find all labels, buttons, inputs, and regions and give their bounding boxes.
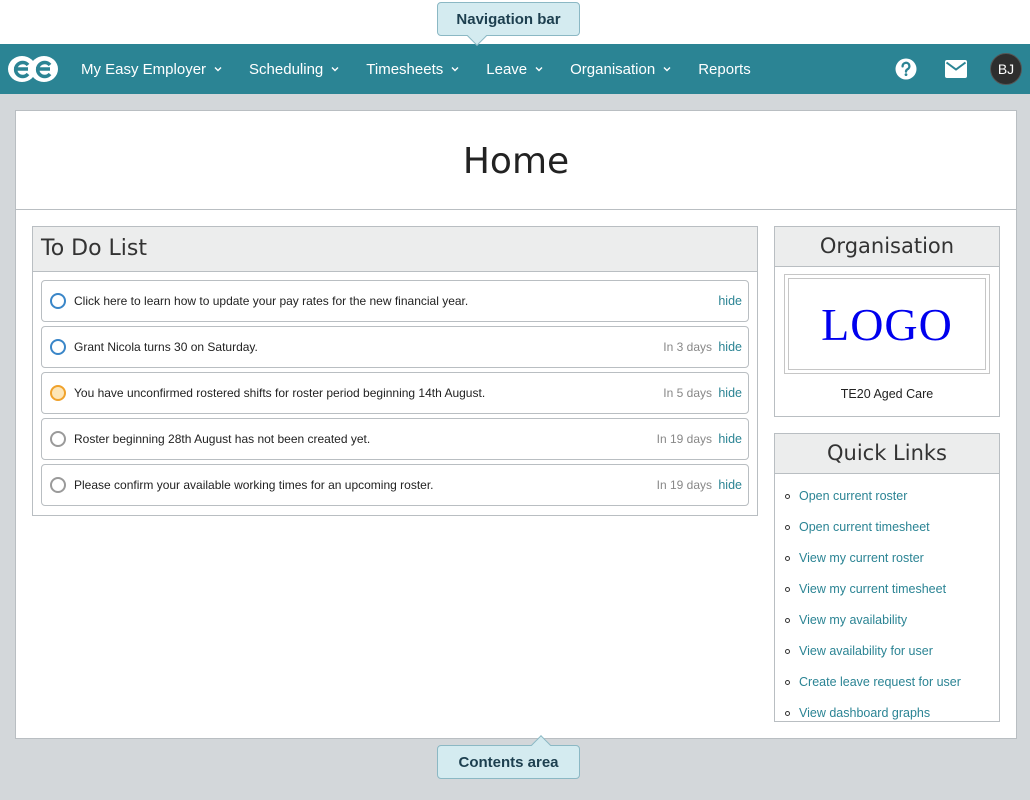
status-circle-icon [50,431,66,447]
nav-scheduling[interactable]: Scheduling [249,61,340,78]
nav-label: Scheduling [249,60,324,78]
page-title: Home [16,111,1016,210]
callout-label: Contents area [458,753,559,771]
todo-item[interactable]: Grant Nicola turns 30 on Saturday. In 3 … [41,326,749,368]
nav-leave[interactable]: Leave [486,61,544,78]
hide-link[interactable]: hide [718,419,742,459]
quick-link-label: Create leave request for user [799,675,961,689]
quick-links-title: Quick Links [775,434,999,474]
nav-timesheets[interactable]: Timesheets [366,61,460,78]
contents-area: Home To Do List Click here to learn how … [15,110,1017,739]
hide-link[interactable]: hide [718,281,742,321]
nav-menu: My Easy Employer Scheduling Timesheets L… [81,44,777,94]
user-avatar[interactable]: BJ [990,53,1022,85]
status-circle-icon [50,477,66,493]
todo-list-panel: To Do List Click here to learn how to up… [32,226,758,516]
todo-item-due: In 3 days [663,340,712,354]
todo-item-due: In 5 days [663,386,712,400]
organisation-title: Organisation [775,227,999,267]
chevron-down-icon [331,67,339,72]
quick-link-view-my-current-timesheet[interactable]: View my current timesheet [785,582,946,596]
status-circle-icon [50,385,66,401]
todo-item-text[interactable]: You have unconfirmed rostered shifts for… [74,373,485,413]
todo-item[interactable]: Roster beginning 28th August has not bee… [41,418,749,460]
callout-label: Navigation bar [456,10,561,28]
organisation-name: TE20 Aged Care [840,387,934,401]
chevron-down-icon [663,67,671,72]
hide-link[interactable]: hide [718,327,742,367]
bullet-icon [785,648,790,654]
todo-item-text[interactable]: Grant Nicola turns 30 on Saturday. [74,327,258,367]
nav-label: Organisation [570,60,656,78]
logo-image: LOGO [788,278,986,370]
quick-link-create-leave-request[interactable]: Create leave request for user [785,675,961,689]
status-circle-icon [50,339,66,355]
hide-link[interactable]: hide [718,465,742,505]
quick-link-view-availability-for-user[interactable]: View availability for user [785,644,933,658]
bullet-icon [785,493,790,499]
bullet-icon [785,524,790,530]
bullet-icon [785,679,790,685]
nav-label: Leave [486,60,528,78]
nav-my-easy-employer[interactable]: My Easy Employer [81,61,223,78]
bullet-icon [785,710,790,716]
nav-reports[interactable]: Reports [698,61,751,78]
quick-link-label: View availability for user [799,644,933,658]
quick-link-label: View dashboard graphs [799,706,931,720]
todo-item-text[interactable]: Click here to learn how to update your p… [74,281,468,321]
todo-item-due: In 19 days [656,432,712,446]
quick-link-view-my-current-roster[interactable]: View my current roster [785,551,924,565]
quick-link-label: View my availability [799,613,908,627]
quick-link-open-current-timesheet[interactable]: Open current timesheet [785,520,930,534]
quick-link-label: View my current roster [799,551,924,565]
todo-item-text[interactable]: Please confirm your available working ti… [74,465,434,505]
bullet-icon [785,617,790,623]
navigation-bar-callout: Navigation bar [437,2,580,46]
quick-link-view-my-availability[interactable]: View my availability [785,613,907,627]
quick-links-panel: Quick Links Open current roster Open cur… [774,433,1000,722]
todo-item[interactable]: You have unconfirmed rostered shifts for… [41,372,749,414]
quick-link-view-dashboard-graphs[interactable]: View dashboard graphs [785,706,930,720]
help-icon[interactable] [895,58,917,80]
quick-link-label: View my current timesheet [799,582,947,596]
nav-label: Reports [698,60,751,78]
organisation-panel: Organisation LOGO TE20 Aged Care [774,226,1000,417]
quick-link-label: Open current roster [799,489,908,503]
nav-label: My Easy Employer [81,60,207,78]
hide-link[interactable]: hide [718,373,742,413]
quick-link-label: Open current timesheet [799,520,930,534]
nav-label: Timesheets [366,60,444,78]
quick-link-open-current-roster[interactable]: Open current roster [785,489,907,503]
todo-item-due: In 19 days [656,478,712,492]
navigation-bar: My Easy Employer Scheduling Timesheets L… [0,44,1030,94]
ee-logo-icon[interactable] [8,55,58,83]
contents-area-callout: Contents area [437,735,580,779]
chevron-down-icon [451,67,459,72]
todo-list-title: To Do List [33,227,757,272]
chevron-down-icon [214,67,222,72]
organisation-logo: LOGO [784,274,990,374]
nav-organisation[interactable]: Organisation [570,61,672,78]
todo-item[interactable]: Click here to learn how to update your p… [41,280,749,322]
mail-icon[interactable] [945,60,967,78]
bullet-icon [785,555,790,561]
chevron-down-icon [535,67,543,72]
bullet-icon [785,586,790,592]
todo-item[interactable]: Please confirm your available working ti… [41,464,749,506]
status-circle-icon [50,293,66,309]
todo-item-text[interactable]: Roster beginning 28th August has not bee… [74,419,370,459]
